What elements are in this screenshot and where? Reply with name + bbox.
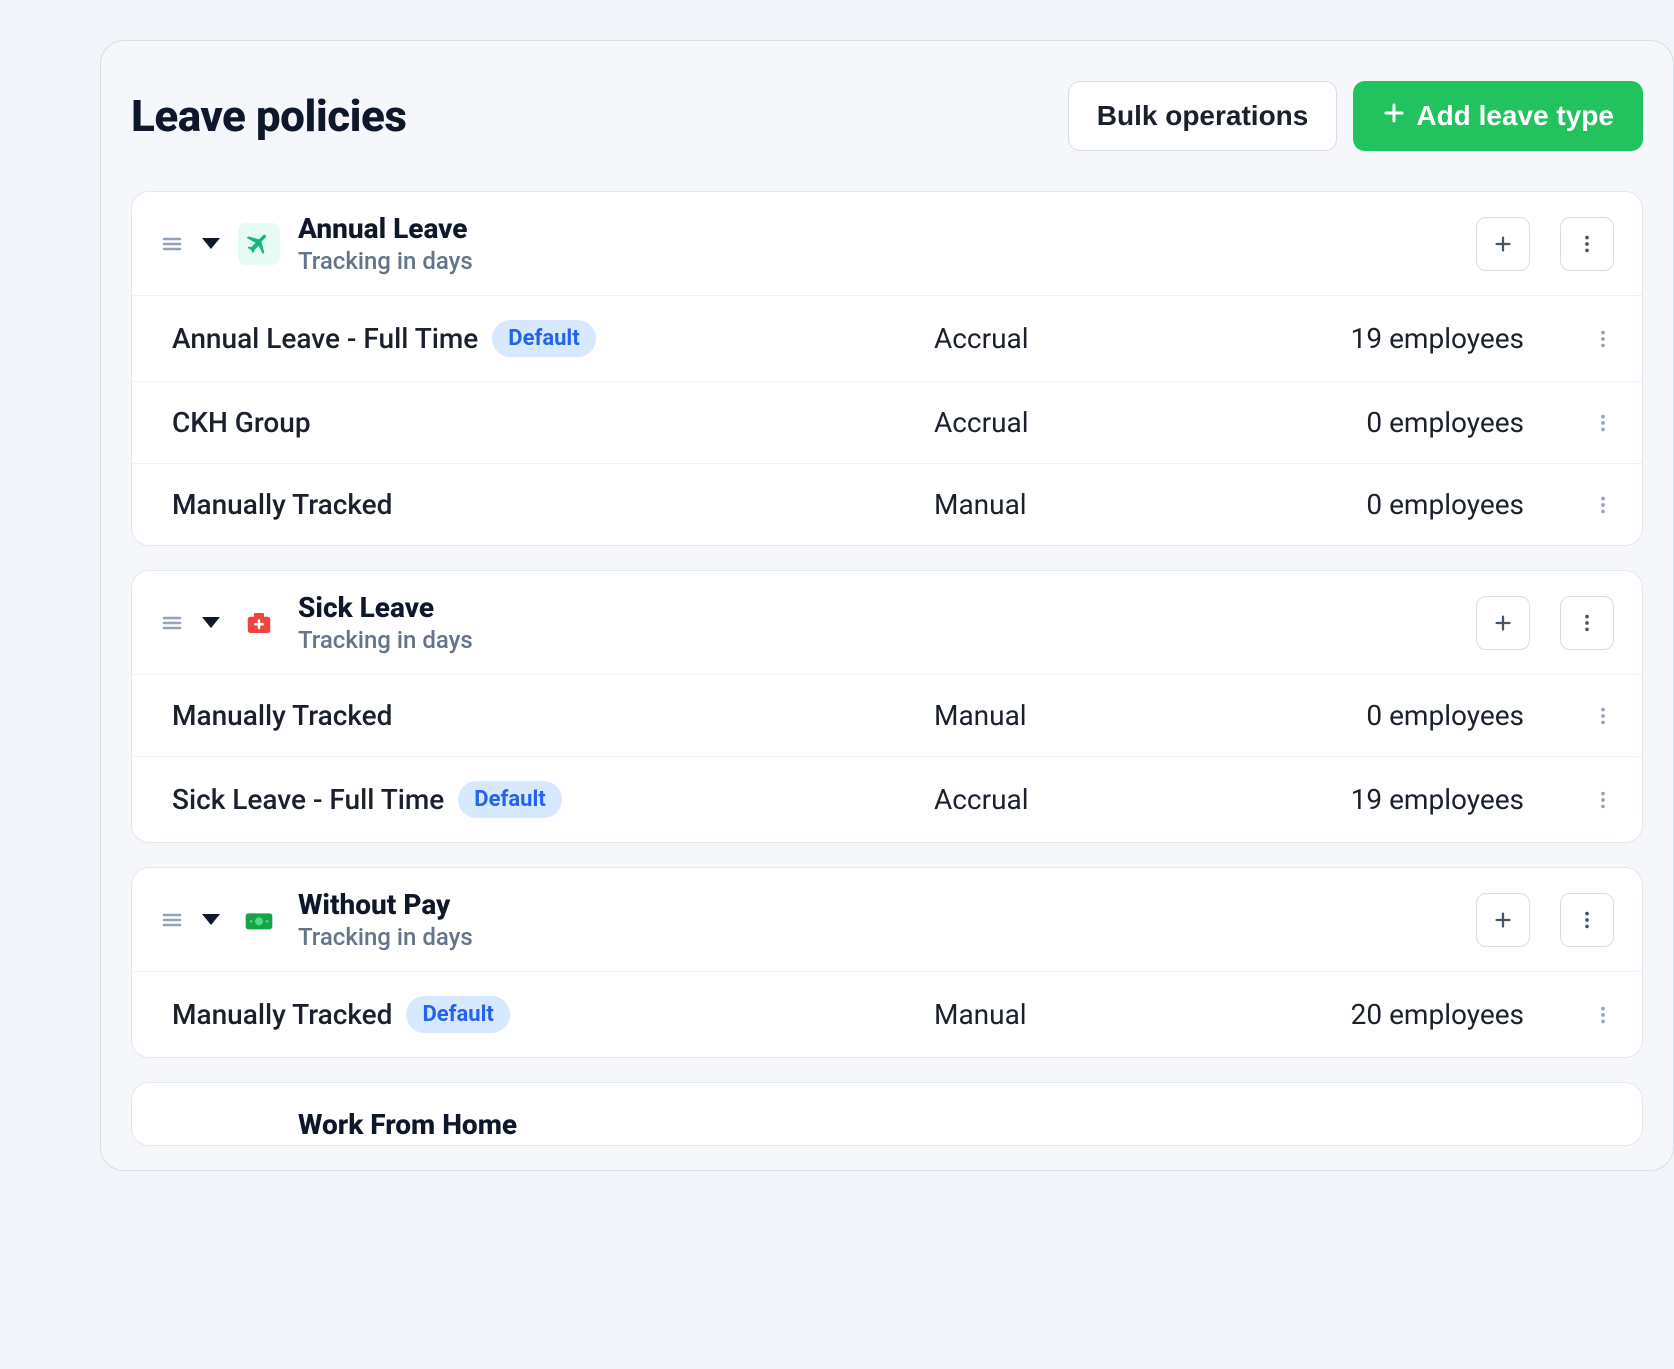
leave-type-name: Annual Leave — [298, 212, 473, 245]
leave-type-titles: Without Pay Tracking in days — [298, 888, 473, 951]
leave-type-titles: Annual Leave Tracking in days — [298, 212, 473, 275]
policy-row[interactable]: Sick Leave - Full Time Default Accrual 1… — [132, 757, 1642, 842]
default-badge: Default — [458, 781, 561, 818]
group-menu-button[interactable] — [1560, 893, 1614, 947]
policy-method: Accrual — [934, 322, 1214, 355]
leave-type-name: Sick Leave — [298, 591, 473, 624]
leave-type-subtitle: Tracking in days — [298, 247, 473, 275]
plus-icon — [1382, 100, 1406, 132]
add-policy-button[interactable] — [1476, 217, 1530, 271]
leave-type-name: Work From Home — [298, 1108, 517, 1141]
leave-type-group: Sick Leave Tracking in days Manually Tra… — [131, 570, 1643, 843]
policy-menu-button[interactable] — [1534, 494, 1614, 516]
cash-icon — [238, 899, 280, 941]
policy-row[interactable]: CKH Group Accrual 0 employees — [132, 382, 1642, 464]
add-leave-type-label: Add leave type — [1416, 100, 1614, 132]
policy-row[interactable]: Manually Tracked Manual 0 employees — [132, 675, 1642, 757]
leave-type-group: Annual Leave Tracking in days Annual Lea… — [131, 191, 1643, 546]
policy-name: CKH Group — [172, 406, 311, 439]
group-menu-button[interactable] — [1560, 217, 1614, 271]
leave-type-titles: Work From Home — [298, 1108, 517, 1141]
leave-policies-panel: Leave policies Bulk operations Add leave… — [100, 40, 1674, 1171]
collapse-caret-icon[interactable] — [202, 238, 220, 249]
medkit-icon — [238, 602, 280, 644]
add-leave-type-button[interactable]: Add leave type — [1353, 81, 1643, 151]
leave-type-name: Without Pay — [298, 888, 473, 921]
leave-type-group: Work From Home — [131, 1082, 1643, 1146]
leave-type-header: Annual Leave Tracking in days — [132, 192, 1642, 296]
policy-method: Manual — [934, 699, 1214, 732]
policy-employees: 0 employees — [1214, 699, 1534, 732]
leave-type-header: Sick Leave Tracking in days — [132, 571, 1642, 675]
policy-method: Manual — [934, 998, 1214, 1031]
policy-method: Accrual — [934, 783, 1214, 816]
drag-handle-icon[interactable] — [160, 611, 184, 635]
default-badge: Default — [492, 320, 595, 357]
policy-method: Accrual — [934, 406, 1214, 439]
leave-type-header: Work From Home — [132, 1083, 1642, 1145]
add-policy-button[interactable] — [1476, 596, 1530, 650]
collapse-caret-icon[interactable] — [202, 617, 220, 628]
policy-employees: 0 employees — [1214, 406, 1534, 439]
header-actions: Bulk operations Add leave type — [1068, 81, 1643, 151]
leave-type-subtitle: Tracking in days — [298, 626, 473, 654]
default-badge: Default — [406, 996, 509, 1033]
bulk-operations-button[interactable]: Bulk operations — [1068, 81, 1338, 151]
policy-menu-button[interactable] — [1534, 789, 1614, 811]
policy-method: Manual — [934, 488, 1214, 521]
policy-name: Manually Tracked — [172, 998, 392, 1031]
policy-employees: 19 employees — [1214, 322, 1534, 355]
leave-type-titles: Sick Leave Tracking in days — [298, 591, 473, 654]
page-title: Leave policies — [131, 90, 406, 142]
group-menu-button[interactable] — [1560, 596, 1614, 650]
policy-name: Sick Leave - Full Time — [172, 783, 444, 816]
leave-type-subtitle: Tracking in days — [298, 923, 473, 951]
drag-handle-icon[interactable] — [160, 232, 184, 256]
policy-menu-button[interactable] — [1534, 412, 1614, 434]
policy-menu-button[interactable] — [1534, 1004, 1614, 1026]
plane-icon — [238, 223, 280, 265]
bulk-operations-label: Bulk operations — [1097, 100, 1309, 132]
policy-row[interactable]: Manually Tracked Manual 0 employees — [132, 464, 1642, 545]
policy-menu-button[interactable] — [1534, 328, 1614, 350]
policy-row[interactable]: Annual Leave - Full Time Default Accrual… — [132, 296, 1642, 382]
policy-menu-button[interactable] — [1534, 705, 1614, 727]
collapse-caret-icon[interactable] — [202, 914, 220, 925]
header-row: Leave policies Bulk operations Add leave… — [101, 81, 1673, 191]
leave-type-group: Without Pay Tracking in days Manually Tr… — [131, 867, 1643, 1058]
policy-row[interactable]: Manually Tracked Default Manual 20 emplo… — [132, 972, 1642, 1057]
policy-name: Manually Tracked — [172, 699, 392, 732]
policy-employees: 0 employees — [1214, 488, 1534, 521]
drag-handle-icon[interactable] — [160, 908, 184, 932]
policy-name: Annual Leave - Full Time — [172, 322, 478, 355]
policy-employees: 20 employees — [1214, 998, 1534, 1031]
policy-name: Manually Tracked — [172, 488, 392, 521]
policy-employees: 19 employees — [1214, 783, 1534, 816]
add-policy-button[interactable] — [1476, 893, 1530, 947]
leave-type-header: Without Pay Tracking in days — [132, 868, 1642, 972]
